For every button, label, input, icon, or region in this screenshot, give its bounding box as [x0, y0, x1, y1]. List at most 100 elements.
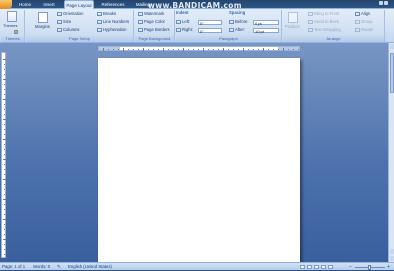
ruler-tick — [4, 154, 5, 155]
position-button[interactable]: Position — [285, 24, 300, 30]
vertical-ruler[interactable] — [1, 52, 6, 258]
ruler-tick — [4, 194, 5, 195]
ruler-tick — [258, 49, 259, 50]
arrange-group-label: Arrange — [283, 36, 384, 42]
office-button[interactable] — [0, 0, 12, 9]
ruler-tick — [4, 104, 5, 105]
status-bar: Page: 1 of 1 Words: 0 ✎ English (United … — [0, 262, 394, 270]
zoom-slider[interactable] — [355, 264, 385, 270]
page-color-button[interactable]: Page Color — [138, 19, 165, 25]
tab-home[interactable]: Home — [18, 0, 32, 9]
help-icon[interactable] — [378, 1, 392, 7]
ruler-tick — [113, 49, 114, 50]
draft-view-icon[interactable] — [328, 265, 333, 269]
page-color-icon — [138, 19, 143, 24]
scrollbar-thumb[interactable] — [390, 53, 394, 93]
spacing-after-field[interactable]: 10 pt — [253, 28, 279, 34]
indent-left-icon — [176, 19, 181, 24]
ruler-tick — [233, 49, 234, 50]
watermark-button[interactable]: Watermark — [138, 11, 164, 17]
arrange-group: Position Bring to Front Send to Back Tex… — [283, 10, 385, 42]
page-borders-button[interactable]: Page Borders — [138, 27, 170, 33]
line-numbers-button[interactable]: Line Numbers — [97, 19, 129, 25]
rotate-button[interactable]: Rotate — [355, 27, 373, 33]
previous-page-icon[interactable] — [390, 249, 394, 254]
group-button[interactable]: Group — [355, 19, 373, 25]
ruler-tick — [253, 49, 254, 50]
ruler-tick — [4, 144, 5, 145]
ruler-tick — [173, 49, 174, 50]
zoom-slider-knob[interactable] — [368, 264, 371, 270]
themes-icon — [7, 11, 17, 22]
paragraph-group-label: Paragraph — [176, 36, 281, 42]
ruler-tick — [4, 249, 5, 250]
web-layout-view-icon[interactable] — [314, 265, 319, 269]
line-numbers-icon — [97, 19, 102, 24]
full-screen-reading-view-icon[interactable] — [307, 265, 312, 269]
ruler-tick — [133, 49, 134, 50]
ruler-tick — [108, 49, 109, 50]
ruler-tick — [4, 214, 5, 215]
ruler-tick — [4, 134, 5, 135]
scroll-up-arrow-icon[interactable] — [390, 44, 394, 49]
ruler-tick — [4, 254, 5, 255]
orientation-button[interactable]: Orientation — [57, 11, 83, 17]
tab-insert[interactable]: Insert — [41, 0, 57, 9]
indent-left-field[interactable]: 0" — [198, 20, 222, 26]
outline-view-icon[interactable] — [321, 265, 326, 269]
ruler-tick — [168, 49, 169, 50]
ruler-tick — [3, 219, 6, 220]
spacing-before-field[interactable]: 0 pt — [253, 20, 279, 26]
print-layout-view-icon[interactable] — [300, 265, 305, 269]
hyphenation-icon — [97, 27, 102, 32]
tab-page-layout[interactable]: Page Layout — [64, 0, 94, 9]
horizontal-ruler[interactable] — [98, 46, 300, 51]
ruler-tick — [4, 244, 5, 245]
ruler-tick — [3, 99, 6, 100]
ruler-tick — [4, 164, 5, 165]
watermark-icon — [138, 11, 143, 16]
spacing-before-label: Before: — [229, 19, 249, 25]
ruler-tick — [4, 74, 5, 75]
margins-button[interactable]: Margins — [35, 24, 50, 30]
theme-colors-icon[interactable] — [14, 29, 19, 35]
ruler-tick — [4, 234, 5, 235]
indent-right-field[interactable]: 0" — [198, 28, 222, 34]
columns-button[interactable]: Columns — [57, 27, 80, 33]
tab-references[interactable]: References — [99, 0, 127, 9]
ruler-tick — [298, 49, 299, 50]
ruler-tick — [118, 49, 119, 50]
position-icon — [288, 12, 298, 23]
page-background-group-label: Page Background — [135, 36, 174, 42]
themes-group-label: Themes — [1, 36, 24, 42]
ruler-tick — [3, 139, 6, 140]
ruler-tick — [3, 119, 6, 120]
paragraph-group: Indent Left: 0" Right: 0" Spacing Before… — [176, 10, 282, 42]
spacing-after-label: After: — [229, 27, 245, 33]
ruler-tick — [4, 89, 5, 90]
text-wrapping-button[interactable]: Text Wrapping — [308, 27, 341, 33]
ruler-tick — [273, 49, 274, 50]
next-page-icon[interactable] — [390, 256, 394, 261]
ribbon-tab-bar: Home Insert Page Layout References Maili… — [0, 0, 394, 10]
align-button[interactable]: Align — [355, 11, 370, 17]
ruler-tick — [4, 229, 5, 230]
breaks-button[interactable]: Breaks — [97, 11, 116, 17]
ruler-tick — [213, 49, 214, 50]
page-setup-group-label: Page Setup — [26, 36, 133, 42]
send-to-back-button[interactable]: Send to Back — [308, 19, 339, 25]
bring-to-front-button[interactable]: Bring to Front — [308, 11, 339, 17]
hyphenation-button[interactable]: Hyphenation — [97, 27, 127, 33]
ruler-tick — [223, 48, 224, 51]
ruler-tick — [178, 49, 179, 50]
ruler-tick — [153, 49, 154, 50]
ruler-tick — [3, 79, 6, 80]
vertical-scrollbar[interactable] — [388, 43, 394, 262]
ruler-tick — [4, 189, 5, 190]
size-button[interactable]: Size — [57, 19, 71, 25]
margins-icon — [38, 12, 48, 23]
document-page[interactable] — [98, 58, 300, 262]
ruler-tick — [293, 49, 294, 50]
ruler-tick — [4, 204, 5, 205]
page-borders-icon — [138, 27, 143, 32]
